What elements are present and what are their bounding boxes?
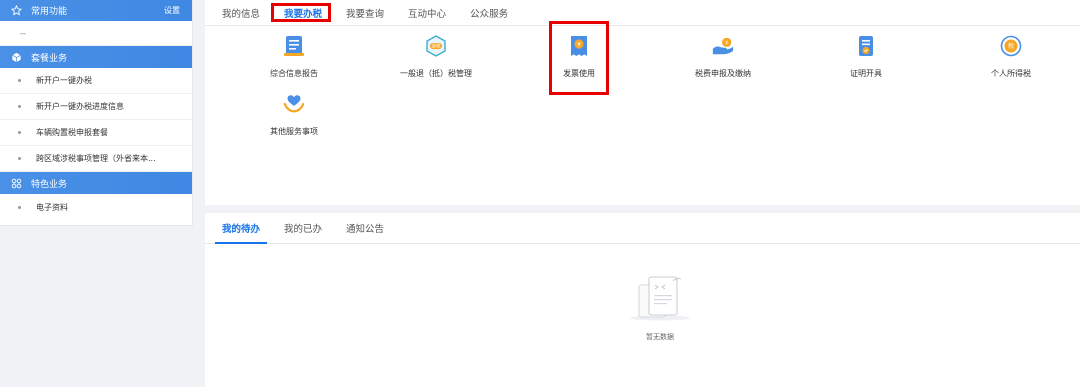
other-services-icon [282,92,306,116]
empty-state: 暂无数据 [625,273,695,342]
service-label: 证明开具 [850,69,882,78]
refund-icon: 退税 [424,34,448,58]
certificate-icon [854,34,878,58]
sidebar-item[interactable]: 电子资料 [0,194,192,220]
star-icon [10,5,22,17]
invoice-highlight-box [549,21,609,95]
tasks-panel: 我的待办 我的已办 通知公告 暂无数据 [205,213,1080,387]
common-functions-title: 常用功能 [31,7,68,17]
service-label: 其他服务事项 [270,127,318,136]
grid-icon [10,177,22,189]
settings-link[interactable]: 设置 [164,5,180,16]
tab-highlight-box [271,3,331,22]
bullet-icon [18,157,21,160]
service-label: 一般退（抵）税管理 [400,69,472,78]
bullet-icon [18,79,21,82]
sidebar-item-label: 新开户一键办税 [36,76,92,85]
tax-services-panel: 我的信息 我要办税 我要查询 互动中心 公众服务 综合信息报告 退税 一般退（抵… [205,0,1080,205]
sidebar-item-label: 新开户一键办税进度信息 [36,102,124,111]
bullet-icon [18,105,21,108]
cube-icon [10,51,22,63]
common-functions-header[interactable]: 常用功能 设置 [0,0,192,21]
sidebar-item[interactable]: 车辆购置税申报套餐 [0,120,192,146]
service-tile[interactable]: 其他服务事项 [234,92,354,137]
special-business-title: 特色业务 [31,179,68,190]
svg-text:退税: 退税 [432,43,441,50]
tab-notices[interactable]: 通知公告 [346,221,384,243]
tab-my-info[interactable]: 我的信息 [222,6,260,20]
personal-tax-icon: 税 [999,34,1023,58]
service-tile[interactable]: 证明开具 [806,34,926,79]
service-tile[interactable]: ¥ 税费申报及缴纳 [663,34,783,79]
service-label: 税费申报及缴纳 [695,69,751,78]
sidebar-item-label: 跨区域涉税事项管理（外省来本... [36,154,156,163]
tab-query[interactable]: 我要查询 [346,6,384,20]
tab-interaction[interactable]: 互动中心 [408,6,446,20]
service-tile[interactable]: 税 个人所得税 [951,34,1071,79]
pay-icon: ¥ [711,34,735,58]
service-label: 个人所得税 [991,69,1031,78]
tab-public-service[interactable]: 公众服务 [470,6,508,20]
bullet-icon [18,205,21,209]
sidebar-item[interactable]: 新开户一键办税进度信息 [0,94,192,120]
special-business-header[interactable]: 特色业务 [0,172,192,194]
service-label: 综合信息报告 [270,69,318,78]
service-tile[interactable]: 退税 一般退（抵）税管理 [376,34,496,79]
sidebar-item-label: 车辆购置税申报套餐 [36,128,108,137]
empty-document-icon [625,273,695,326]
bullet-icon [18,131,21,134]
svg-text:税: 税 [1008,42,1014,50]
tab-my-done[interactable]: 我的已办 [284,221,322,243]
sidebar: 常用功能 设置 -- 套餐业务 新开户一键办税 新开户一键办税进度信息 车辆购置… [0,0,193,226]
sidebar-item-label: 电子资料 [36,202,68,212]
package-business-title: 套餐业务 [31,53,68,64]
service-tile[interactable]: 综合信息报告 [234,34,354,79]
bottom-tabs: 我的待办 我的已办 通知公告 [205,213,1080,244]
top-tabs: 我的信息 我要办税 我要查询 互动中心 公众服务 [205,0,1080,26]
tab-my-todo[interactable]: 我的待办 [214,221,268,244]
sidebar-item[interactable]: 新开户一键办税 [0,68,192,94]
empty-text: 暂无数据 [646,333,674,341]
report-icon [282,34,306,58]
sidebar-item[interactable]: 跨区域涉税事项管理（外省来本... [0,146,192,172]
package-business-header[interactable]: 套餐业务 [0,46,192,68]
common-placeholder: -- [0,21,192,46]
